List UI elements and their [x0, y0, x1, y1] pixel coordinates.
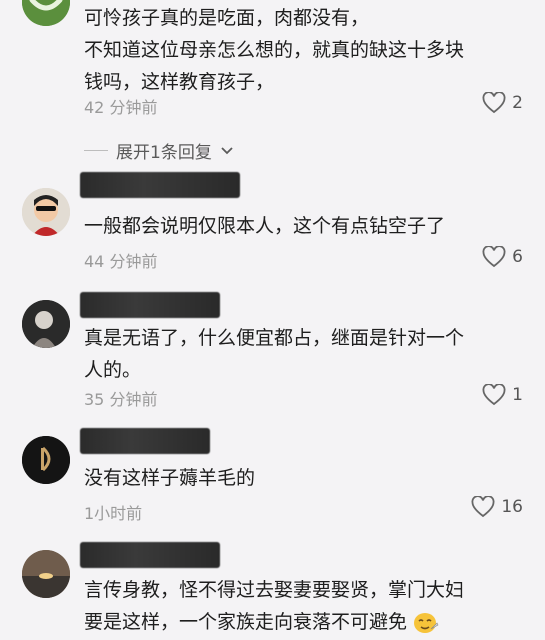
- comment-text: 可怜孩子真的是吃面，肉都没有， 不知道这位母亲怎么想的，就真的缺这十多块 钱吗，…: [84, 7, 465, 93]
- heart-outline-icon: [482, 246, 506, 268]
- username-redacted: [80, 172, 240, 198]
- comment-time: 42 分钟前: [84, 98, 158, 117]
- comment-time: 44 分钟前: [84, 252, 158, 271]
- avatar[interactable]: [22, 0, 70, 26]
- heart-outline-icon: [471, 496, 495, 518]
- like-count: 6: [512, 247, 523, 267]
- heart-outline-icon: [482, 384, 506, 406]
- avatar[interactable]: [22, 436, 70, 484]
- divider: [84, 150, 108, 151]
- avatar[interactable]: [22, 550, 70, 598]
- like-count: 16: [501, 497, 523, 517]
- like-count: 2: [512, 93, 523, 113]
- comment-text: 真是无语了，什么便宜都占，继面是针对一个 人的。: [84, 327, 465, 381]
- comment-time: 35 分钟前: [84, 390, 158, 409]
- like-button[interactable]: 1: [482, 384, 523, 406]
- heart-outline-icon: [482, 92, 506, 114]
- username-redacted: [80, 542, 220, 568]
- expand-replies-button[interactable]: 展开1条回复: [84, 138, 234, 163]
- avatar[interactable]: [22, 188, 70, 236]
- comment-time: 1小时前: [84, 504, 143, 523]
- comment-text: 没有这样子薅羊毛的: [84, 467, 256, 489]
- like-count: 1: [512, 385, 523, 405]
- comment-text: 言传身教，怪不得过去娶妻要娶贤，掌门大妇 要是这样，一个家族走向衰落不可避免: [84, 579, 465, 633]
- username-redacted: [80, 292, 220, 318]
- chevron-down-icon: [221, 146, 233, 154]
- avatar[interactable]: [22, 300, 70, 348]
- username-redacted: [80, 428, 210, 454]
- emoji-face-icon: [414, 612, 439, 633]
- like-button[interactable]: 6: [482, 246, 523, 268]
- like-button[interactable]: 2: [482, 92, 523, 114]
- comment-text: 一般都会说明仅限本人，这个有点钻空子了: [84, 215, 446, 237]
- like-button[interactable]: 16: [471, 496, 523, 518]
- expand-replies-label: 展开1条回复: [116, 143, 212, 163]
